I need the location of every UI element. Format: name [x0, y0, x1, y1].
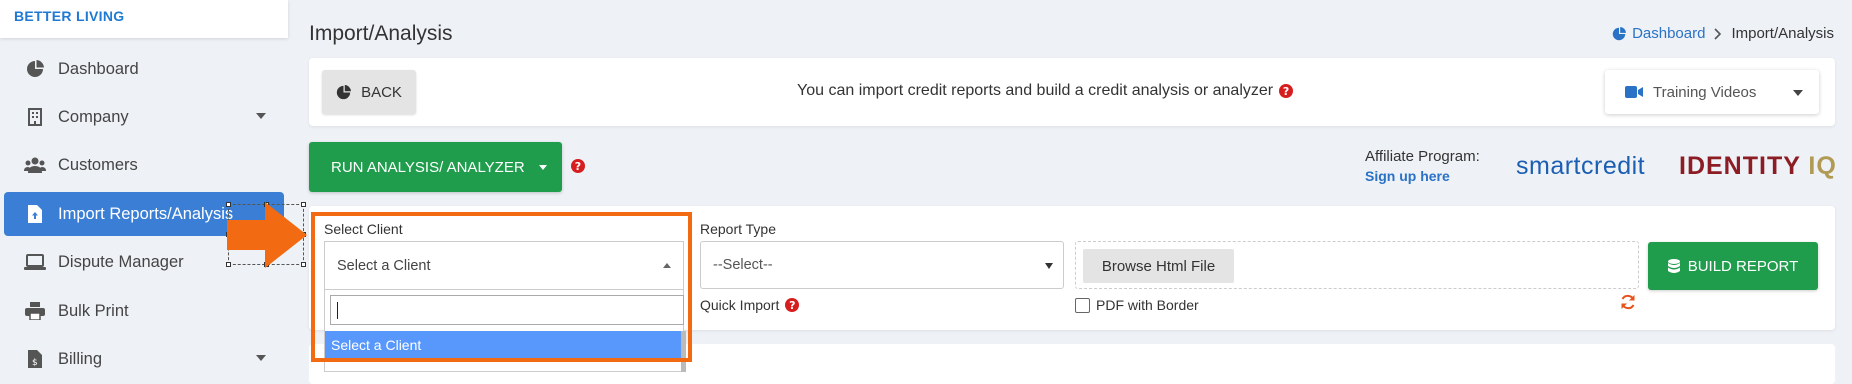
users-icon: [24, 154, 46, 176]
invoice-icon: $: [24, 348, 46, 370]
sidebar-item-label: Dispute Manager: [58, 252, 184, 271]
report-type-value: --Select--: [713, 257, 773, 273]
sidebar-item-customers[interactable]: Customers: [4, 143, 284, 187]
sidebar-item-label: Company: [58, 107, 129, 126]
affiliate-signup-link[interactable]: Sign up here: [1365, 168, 1450, 184]
pie-chart-icon: [1612, 26, 1627, 40]
browse-file-button[interactable]: Browse Html File: [1083, 249, 1234, 283]
breadcrumb: Dashboard Import/Analysis: [1612, 25, 1834, 42]
chevron-right-icon: [1714, 27, 1722, 40]
pdf-border-checkbox[interactable]: [1075, 297, 1090, 313]
run-analysis-button[interactable]: RUN ANALYSIS/ ANALYZER: [309, 142, 562, 192]
breadcrumb-current: Import/Analysis: [1731, 25, 1834, 42]
refresh-icon[interactable]: [1620, 294, 1636, 310]
build-report-button[interactable]: BUILD REPORT: [1648, 242, 1818, 290]
help-icon[interactable]: ?: [571, 159, 585, 173]
back-button-label: BACK: [361, 83, 402, 101]
info-text: You can import credit reports and build …: [797, 82, 1274, 99]
sidebar-item-company[interactable]: Company: [4, 95, 284, 139]
breadcrumb-home-link[interactable]: Dashboard: [1612, 25, 1705, 42]
video-camera-icon: [1625, 86, 1643, 98]
svg-text:$: $: [32, 358, 38, 368]
identityiq-logo-iq: IQ: [1808, 152, 1837, 180]
annotation-highlight-box: [311, 212, 692, 362]
file-upload-icon: [24, 203, 46, 225]
identityiq-logo[interactable]: IDENTITY IQ: [1679, 152, 1837, 181]
sidebar-item-label: Dashboard: [58, 59, 139, 78]
back-button[interactable]: BACK: [322, 70, 416, 114]
laptop-icon: [24, 251, 46, 273]
pdf-border-option: PDF with Border: [1075, 297, 1199, 313]
sidebar-item-label: Billing: [58, 349, 103, 368]
page-title: Import/Analysis: [309, 22, 453, 45]
report-type-select[interactable]: --Select--: [700, 241, 1064, 289]
sidebar: BETTER LIVING Dashboard Company Customer…: [0, 0, 288, 372]
run-analysis-label: RUN ANALYSIS/ ANALYZER: [331, 158, 525, 176]
build-report-label: BUILD REPORT: [1687, 257, 1799, 275]
sidebar-item-label: Customers: [58, 155, 138, 174]
quick-import: Quick Import ?: [700, 297, 800, 313]
breadcrumb-home-label: Dashboard: [1632, 25, 1706, 42]
pdf-border-label[interactable]: PDF with Border: [1096, 297, 1199, 313]
sidebar-item-dashboard[interactable]: Dashboard: [4, 47, 284, 91]
sidebar-item-billing[interactable]: $ Billing: [4, 337, 284, 381]
pie-chart-icon: [24, 58, 46, 80]
identityiq-logo-text: IDENTITY: [1679, 152, 1801, 180]
sidebar-item-bulk-print[interactable]: Bulk Print: [4, 289, 284, 333]
printer-icon: [24, 300, 46, 322]
chevron-down-icon: [1793, 90, 1803, 96]
sidebar-item-label: Import Reports/Analysis: [58, 204, 234, 223]
brand-name[interactable]: BETTER LIVING: [14, 8, 124, 24]
report-type-label: Report Type: [700, 221, 777, 237]
smartcredit-logo[interactable]: smartcredit: [1516, 152, 1645, 181]
sidebar-item-label: Bulk Print: [58, 301, 129, 320]
building-icon: [24, 106, 46, 128]
chevron-down-icon: [256, 355, 266, 361]
brand-bar: BETTER LIVING: [0, 0, 288, 38]
affiliate-label: Affiliate Program:: [1365, 148, 1480, 165]
training-videos-dropdown[interactable]: Training Videos: [1605, 70, 1819, 114]
quick-import-label[interactable]: Quick Import: [700, 297, 779, 313]
help-icon[interactable]: ?: [785, 298, 800, 312]
help-icon[interactable]: ?: [1279, 84, 1294, 98]
chevron-down-icon: [538, 164, 547, 170]
annotation-arrow-icon: [227, 202, 307, 268]
info-message: You can import credit reports and build …: [797, 82, 1294, 100]
chevron-down-icon: [1045, 263, 1053, 269]
chevron-down-icon: [256, 113, 266, 119]
database-icon: [1667, 258, 1680, 273]
training-videos-label: Training Videos: [1653, 83, 1757, 101]
pie-chart-icon: [336, 84, 352, 99]
